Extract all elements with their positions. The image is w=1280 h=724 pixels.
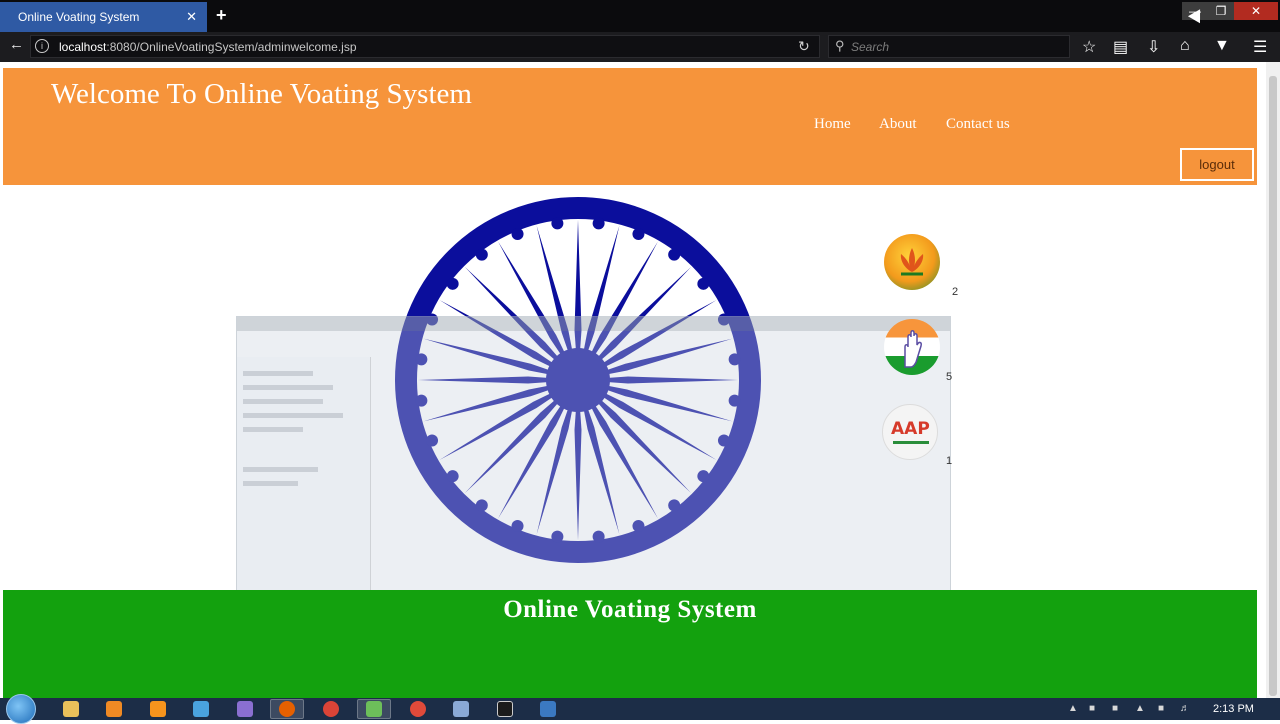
chrome-icon[interactable]	[410, 701, 426, 717]
vlc-icon[interactable]	[150, 701, 166, 717]
page-scrollbar[interactable]	[1266, 62, 1280, 698]
chakra-bead	[668, 248, 681, 261]
chakra-bead	[511, 228, 524, 241]
download-icon[interactable]: ⇩	[1147, 37, 1160, 57]
media-player-icon[interactable]	[106, 701, 122, 717]
overlay-line	[243, 413, 343, 418]
url-host: localhost	[59, 39, 107, 54]
explorer-icon[interactable]	[63, 701, 79, 717]
overlay-line	[243, 371, 313, 376]
chakra-bead	[592, 217, 605, 230]
info-icon[interactable]: i	[35, 39, 49, 53]
aap-vote-count: 1	[946, 455, 953, 467]
nav-contact-link[interactable]: Contact us	[946, 116, 1010, 133]
volume-icon[interactable]: ♬	[1180, 703, 1190, 714]
chakra-bead	[551, 217, 564, 230]
inc-logo-icon[interactable]	[884, 319, 940, 375]
back-arrow-icon[interactable]: ←	[9, 36, 24, 53]
overlay-title-bar	[237, 317, 950, 331]
browser-tab[interactable]: Online Voating System ✕	[0, 2, 207, 32]
tab-title: Online Voating System	[18, 10, 140, 24]
tray-icon[interactable]: ■	[1112, 703, 1118, 714]
hand-icon	[904, 330, 922, 368]
scrollbar-thumb[interactable]	[1269, 76, 1277, 696]
reload-icon[interactable]: ↻	[798, 38, 810, 55]
tray-icon[interactable]: ■	[1158, 703, 1164, 714]
url-path: :8080/OnlineVoatingSystem/adminwelcome.j…	[106, 39, 357, 54]
footer-title: Online Voating System	[503, 596, 757, 623]
overlay-line	[243, 427, 303, 432]
tray-arrow-icon[interactable]: ▲	[1068, 703, 1078, 714]
overlay-line	[243, 399, 323, 404]
firefox-icon	[279, 701, 295, 717]
aap-logo-stripe	[893, 441, 929, 444]
site-header: Welcome To Online Voating System Home Ab…	[3, 68, 1257, 185]
aap-logo-text: AAP	[891, 419, 930, 439]
web-page: Welcome To Online Voating System Home Ab…	[0, 62, 1266, 698]
menu-icon[interactable]: ☰	[1253, 37, 1267, 57]
new-tab-button[interactable]: +	[216, 5, 227, 26]
browser-nav-bar: ← i localhost :8080/OnlineVoatingSystem/…	[0, 32, 1280, 62]
chakra-bead	[446, 277, 459, 290]
nav-about-link[interactable]: About	[879, 116, 917, 133]
app-icon[interactable]	[497, 701, 513, 717]
shield-icon[interactable]	[453, 701, 469, 717]
search-placeholder: Search	[851, 39, 890, 54]
chakra-bead	[475, 248, 488, 261]
logout-button[interactable]: logout	[1180, 148, 1254, 181]
address-bar[interactable]: i localhost :8080/OnlineVoatingSystem/ad…	[30, 35, 820, 58]
app-icon[interactable]	[193, 701, 209, 717]
close-window-button[interactable]: ✕	[1234, 2, 1278, 20]
pocket-icon[interactable]: ▼	[1214, 37, 1230, 55]
search-input[interactable]: ⚲ Search	[828, 35, 1070, 58]
chakra-bead	[632, 228, 645, 241]
search-icon: ⚲	[835, 38, 845, 53]
app-icon	[366, 701, 382, 717]
lotus-icon	[900, 248, 924, 276]
maximize-button[interactable]: ❐	[1208, 2, 1234, 20]
browser-tab-bar: Online Voating System ✕ + — ❐ ✕	[0, 0, 1280, 32]
aap-logo-icon[interactable]: AAP	[882, 404, 938, 460]
tab-close-icon[interactable]: ✕	[186, 9, 197, 25]
windows-taskbar: ▲ ■ ■ ▲ ■ ♬ 2:13 PM	[0, 694, 1280, 724]
site-title: Welcome To Online Voating System	[51, 78, 472, 110]
overlay-line	[243, 467, 318, 472]
bjp-logo-icon[interactable]	[884, 234, 940, 290]
chakra-bead	[697, 277, 710, 290]
app-icon[interactable]	[237, 701, 253, 717]
tray-icon[interactable]: ■	[1089, 703, 1095, 714]
bookmark-star-icon[interactable]: ☆	[1082, 37, 1096, 57]
home-icon[interactable]: ⌂	[1180, 37, 1190, 55]
inc-vote-count: 5	[946, 371, 953, 383]
taskbar-clock[interactable]: 2:13 PM	[1213, 703, 1254, 715]
nav-home-link[interactable]: Home	[814, 116, 851, 133]
reading-list-icon[interactable]: ▤	[1113, 37, 1128, 57]
chrome-icon[interactable]	[323, 701, 339, 717]
overlay-line	[243, 385, 333, 390]
network-icon[interactable]: ▲	[1135, 703, 1145, 714]
bjp-vote-count: 2	[952, 286, 959, 298]
mysql-workbench-icon[interactable]	[540, 701, 556, 717]
overlay-line	[243, 481, 298, 486]
